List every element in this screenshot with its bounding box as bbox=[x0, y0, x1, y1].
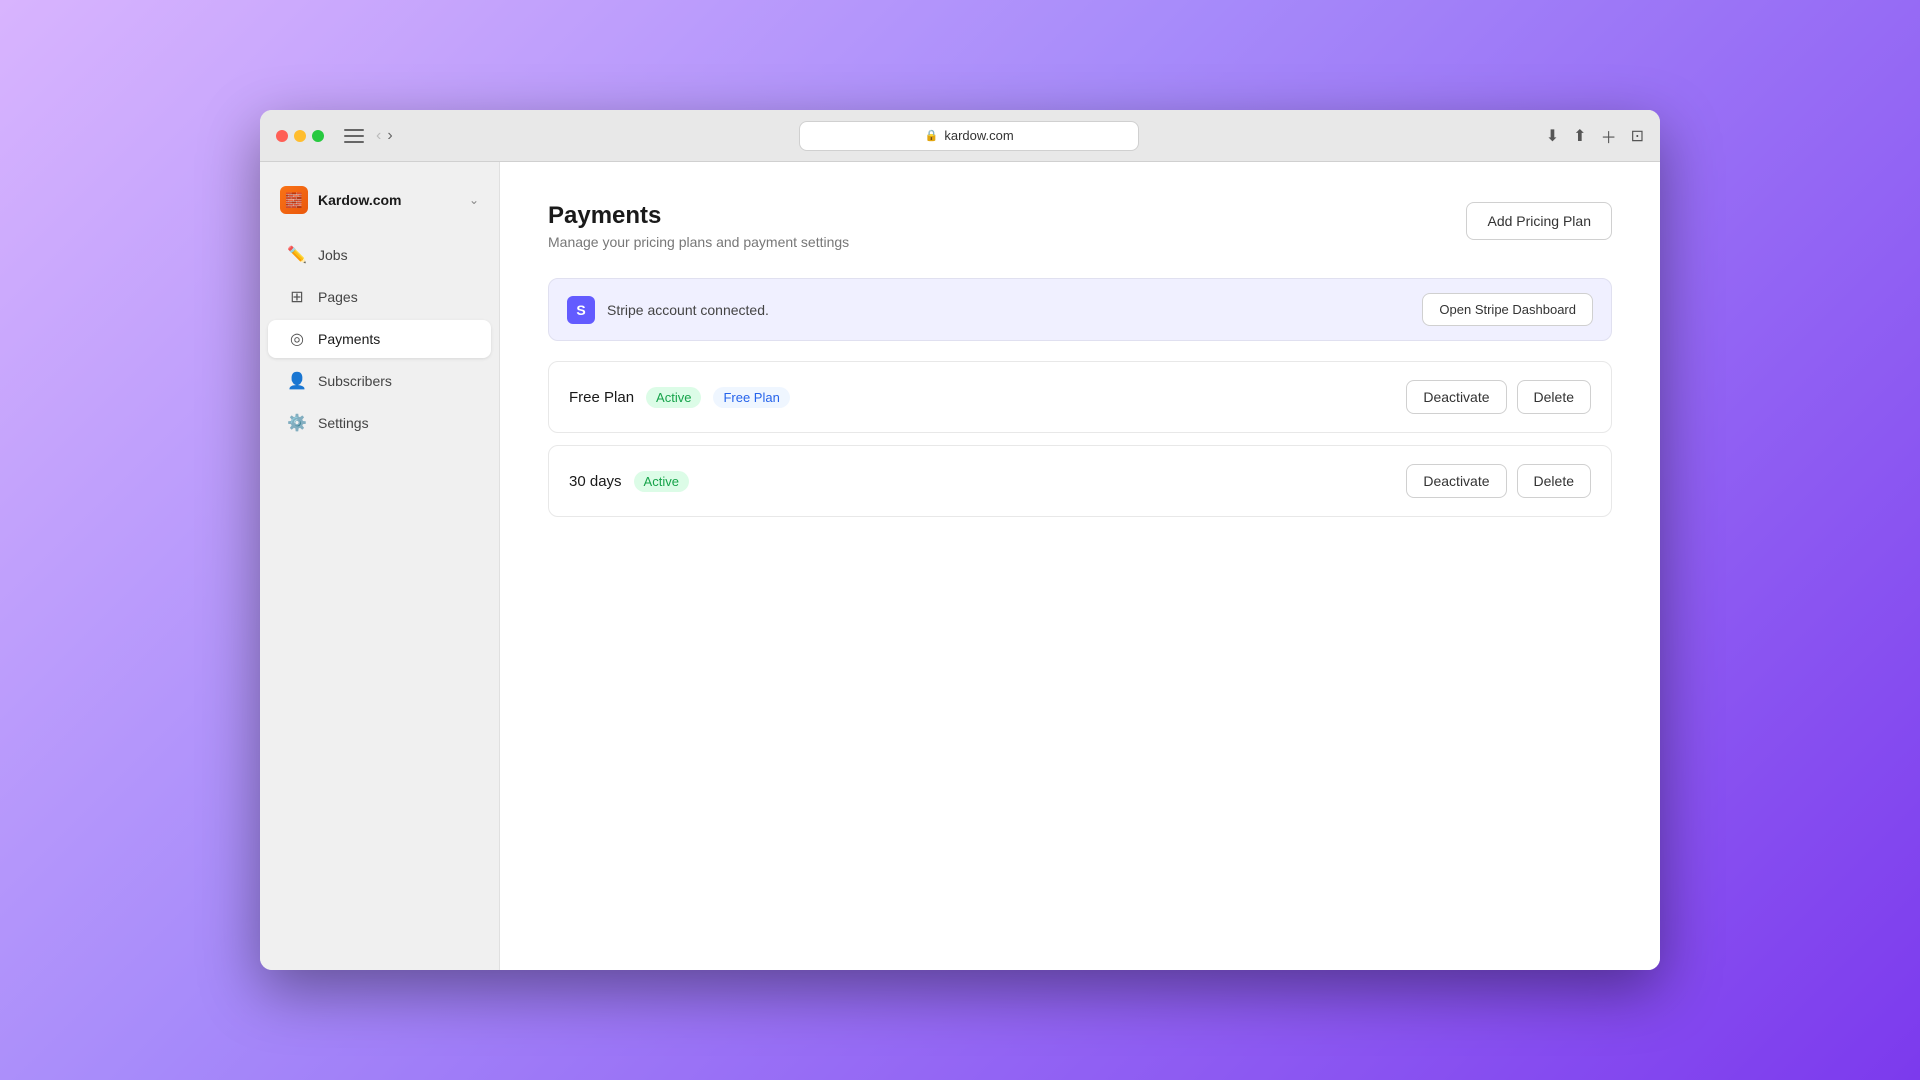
tabs-icon[interactable]: ⊡ bbox=[1631, 126, 1644, 146]
delete-plan-2-button[interactable]: Delete bbox=[1517, 464, 1591, 498]
sidebar-label-payments: Payments bbox=[318, 331, 380, 347]
minimize-button[interactable] bbox=[294, 130, 306, 142]
subscribers-icon: 👤 bbox=[288, 372, 306, 390]
page-subtitle: Manage your pricing plans and payment se… bbox=[548, 234, 849, 250]
sidebar-label-subscribers: Subscribers bbox=[318, 373, 392, 389]
plan-name: Free Plan bbox=[569, 389, 634, 406]
maximize-button[interactable] bbox=[312, 130, 324, 142]
page-title-wrap: Payments Manage your pricing plans and p… bbox=[548, 202, 849, 250]
pages-icon: ⊞ bbox=[288, 288, 306, 306]
deactivate-plan-2-button[interactable]: Deactivate bbox=[1406, 464, 1506, 498]
browser-window: ‹ › 🔒 kardow.com ⬇ ⬆ ＋ ⊡ 🧱 Kardow.com ⌄ bbox=[260, 110, 1660, 970]
forward-button[interactable]: › bbox=[387, 127, 392, 145]
browser-actions: ⬇ ⬆ ＋ ⊡ bbox=[1546, 124, 1644, 148]
plan-name: 30 days bbox=[569, 473, 622, 490]
brand-name: Kardow.com bbox=[318, 192, 459, 208]
stripe-connected-text: Stripe account connected. bbox=[607, 302, 769, 318]
jobs-icon: ✏️ bbox=[288, 246, 306, 264]
delete-plan-1-button[interactable]: Delete bbox=[1517, 380, 1591, 414]
traffic-lights bbox=[276, 130, 324, 142]
plan-active-badge: Active bbox=[646, 387, 701, 408]
sidebar-label-jobs: Jobs bbox=[318, 247, 348, 263]
deactivate-plan-1-button[interactable]: Deactivate bbox=[1406, 380, 1506, 414]
address-bar-wrap: 🔒 kardow.com bbox=[405, 121, 1534, 151]
open-stripe-dashboard-button[interactable]: Open Stripe Dashboard bbox=[1422, 293, 1593, 326]
stripe-logo: S bbox=[567, 296, 595, 324]
url-text: kardow.com bbox=[944, 128, 1013, 143]
plan-row: 30 days Active Deactivate Delete bbox=[548, 445, 1612, 517]
sidebar-item-pages[interactable]: ⊞ Pages bbox=[268, 278, 491, 316]
plan-active-badge: Active bbox=[634, 471, 689, 492]
brand-row[interactable]: 🧱 Kardow.com ⌄ bbox=[260, 178, 499, 234]
stripe-left: S Stripe account connected. bbox=[567, 296, 769, 324]
page-header: Payments Manage your pricing plans and p… bbox=[548, 202, 1612, 250]
sidebar-item-payments[interactable]: ◎ Payments bbox=[268, 320, 491, 358]
plan-tag-badge: Free Plan bbox=[713, 387, 789, 408]
sidebar-label-settings: Settings bbox=[318, 415, 369, 431]
brand-logo-letter: 🧱 bbox=[285, 192, 302, 209]
main-content: Payments Manage your pricing plans and p… bbox=[500, 162, 1660, 970]
payments-icon: ◎ bbox=[288, 330, 306, 348]
back-button[interactable]: ‹ bbox=[376, 127, 381, 145]
app-layout: 🧱 Kardow.com ⌄ ✏️ Jobs ⊞ Pages ◎ Payment… bbox=[260, 162, 1660, 970]
plan-actions: Deactivate Delete bbox=[1406, 380, 1591, 414]
stripe-logo-letter: S bbox=[576, 302, 585, 318]
plan-left: 30 days Active bbox=[569, 471, 689, 492]
brand-chevron-icon: ⌄ bbox=[469, 193, 479, 207]
sidebar-item-subscribers[interactable]: 👤 Subscribers bbox=[268, 362, 491, 400]
address-bar[interactable]: 🔒 kardow.com bbox=[799, 121, 1139, 151]
page-title: Payments bbox=[548, 202, 849, 230]
stripe-banner: S Stripe account connected. Open Stripe … bbox=[548, 278, 1612, 341]
plan-actions: Deactivate Delete bbox=[1406, 464, 1591, 498]
brand-logo: 🧱 bbox=[280, 186, 308, 214]
sidebar-label-pages: Pages bbox=[318, 289, 358, 305]
browser-chrome: ‹ › 🔒 kardow.com ⬇ ⬆ ＋ ⊡ bbox=[260, 110, 1660, 162]
lock-icon: 🔒 bbox=[925, 129, 939, 142]
download-icon[interactable]: ⬇ bbox=[1546, 126, 1559, 146]
sidebar: 🧱 Kardow.com ⌄ ✏️ Jobs ⊞ Pages ◎ Payment… bbox=[260, 162, 500, 970]
new-tab-icon[interactable]: ＋ bbox=[1601, 124, 1617, 148]
nav-arrows: ‹ › bbox=[376, 127, 393, 145]
add-pricing-plan-button[interactable]: Add Pricing Plan bbox=[1466, 202, 1612, 240]
plan-left: Free Plan Active Free Plan bbox=[569, 387, 790, 408]
sidebar-item-jobs[interactable]: ✏️ Jobs bbox=[268, 236, 491, 274]
close-button[interactable] bbox=[276, 130, 288, 142]
plan-row: Free Plan Active Free Plan Deactivate De… bbox=[548, 361, 1612, 433]
settings-icon: ⚙️ bbox=[288, 414, 306, 432]
sidebar-toggle-button[interactable] bbox=[344, 129, 364, 143]
sidebar-item-settings[interactable]: ⚙️ Settings bbox=[268, 404, 491, 442]
share-icon[interactable]: ⬆ bbox=[1573, 126, 1586, 146]
